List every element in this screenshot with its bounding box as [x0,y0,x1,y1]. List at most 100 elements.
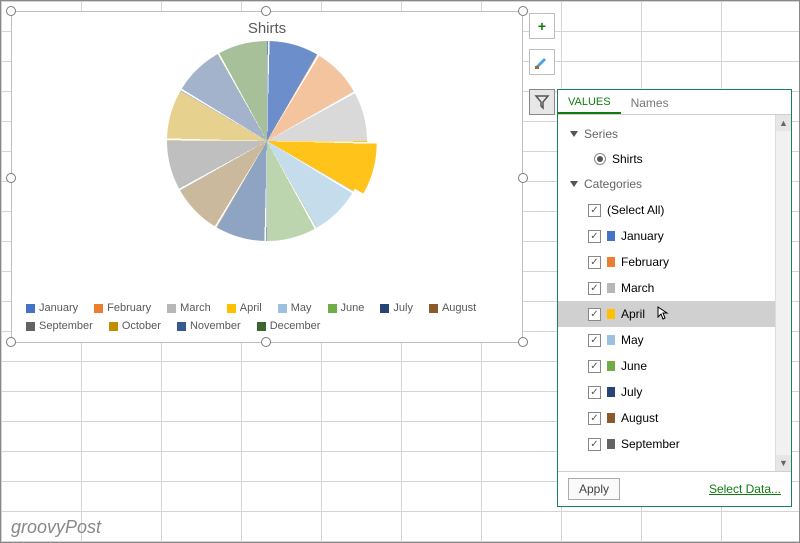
legend-item: April [227,302,262,314]
legend-item: February [94,302,151,314]
resize-handle[interactable] [518,6,528,16]
funnel-icon [534,94,550,110]
legend-label: April [240,302,262,314]
category-swatch-icon [607,335,615,345]
legend-label: August [442,302,476,314]
category-swatch-icon [607,309,615,319]
legend-label: November [190,320,241,332]
series-group[interactable]: Series [568,121,791,147]
resize-handle[interactable] [518,173,528,183]
tab-names[interactable]: Names [621,94,679,114]
category-label: August [621,411,658,425]
legend-label: September [39,320,93,332]
categories-group[interactable]: Categories [568,171,791,197]
category-swatch-icon [607,361,615,371]
resize-handle[interactable] [261,337,271,347]
category-item-april[interactable]: ✓ April [558,301,775,327]
category-swatch-icon [607,413,615,423]
legend-item: March [167,302,211,314]
chart-object[interactable]: Shirts JanuaryFebruaryMarchAprilMayJuneJ… [11,11,523,343]
apply-button[interactable]: Apply [568,478,620,500]
category-select-all[interactable]: ✓ (Select All) [568,197,791,223]
legend-item: May [278,302,312,314]
legend-label: June [341,302,365,314]
category-item-february[interactable]: ✓ February [568,249,791,275]
legend-swatch-icon [167,304,176,313]
category-item-september[interactable]: ✓September [568,431,791,457]
category-label: March [621,281,654,295]
collapse-icon [570,131,578,137]
category-label: May [621,333,644,347]
legend-swatch-icon [94,304,103,313]
chart-title: Shirts [12,20,522,37]
category-label: January [621,229,664,243]
legend-item: August [429,302,476,314]
tab-values[interactable]: Values [558,94,621,114]
legend-item: September [26,320,93,332]
category-item-july[interactable]: ✓ July [568,379,791,405]
category-label: July [621,385,642,399]
category-item-june[interactable]: ✓ June [568,353,791,379]
watermark: groovyPost [11,517,101,538]
legend-item: January [26,302,78,314]
checkbox-checked-icon: ✓ [588,412,601,425]
category-swatch-icon [607,439,615,449]
select-data-link[interactable]: Select Data... [709,482,781,496]
checkbox-checked-icon: ✓ [588,204,601,217]
legend-swatch-icon [257,322,266,331]
category-swatch-icon [607,231,615,241]
scroll-up-icon[interactable]: ▲ [776,115,791,131]
resize-handle[interactable] [261,6,271,16]
checkbox-checked-icon: ✓ [588,230,601,243]
paintbrush-icon [534,54,550,70]
chart-styles-button[interactable] [529,49,555,75]
checkbox-checked-icon: ✓ [588,360,601,373]
checkbox-checked-icon: ✓ [588,386,601,399]
category-label: February [621,255,669,269]
filter-scrollbar[interactable]: ▲ ▼ [775,115,791,471]
category-swatch-icon [607,387,615,397]
checkbox-checked-icon: ✓ [588,282,601,295]
legend-swatch-icon [328,304,337,313]
legend: January February March April May June July Augu… [26,302,508,332]
chart-filters-button[interactable] [529,89,555,115]
categories-group-label: Categories [584,177,642,191]
legend-label: December [270,320,321,332]
legend-label: January [39,302,78,314]
legend-item: October [109,320,161,332]
legend-label: July [393,302,413,314]
resize-handle[interactable] [6,6,16,16]
pie-chart[interactable] [12,41,522,241]
legend-swatch-icon [278,304,287,313]
series-option-shirts[interactable]: Shirts [568,147,791,171]
series-option-label: Shirts [612,152,643,166]
legend-label: February [107,302,151,314]
category-item-may[interactable]: ✓ May [568,327,791,353]
chart-elements-button[interactable]: + [529,13,555,39]
legend-swatch-icon [26,322,35,331]
category-label: April [621,307,645,321]
resize-handle[interactable] [518,337,528,347]
resize-handle[interactable] [6,337,16,347]
checkbox-checked-icon: ✓ [588,256,601,269]
legend-swatch-icon [177,322,186,331]
scroll-down-icon[interactable]: ▼ [776,455,791,471]
category-item-january[interactable]: ✓ January [568,223,791,249]
category-item-august[interactable]: ✓ August [568,405,791,431]
legend-swatch-icon [109,322,118,331]
legend-item: June [328,302,365,314]
checkbox-checked-icon: ✓ [588,308,601,321]
legend-swatch-icon [380,304,389,313]
legend-label: May [291,302,312,314]
category-label: June [621,359,647,373]
legend-label: October [122,320,161,332]
collapse-icon [570,181,578,187]
legend-item: November [177,320,241,332]
select-all-label: (Select All) [607,203,664,217]
legend-item: December [257,320,321,332]
checkbox-checked-icon: ✓ [588,334,601,347]
category-item-march[interactable]: ✓ March [568,275,791,301]
legend-swatch-icon [429,304,438,313]
category-swatch-icon [607,283,615,293]
resize-handle[interactable] [6,173,16,183]
